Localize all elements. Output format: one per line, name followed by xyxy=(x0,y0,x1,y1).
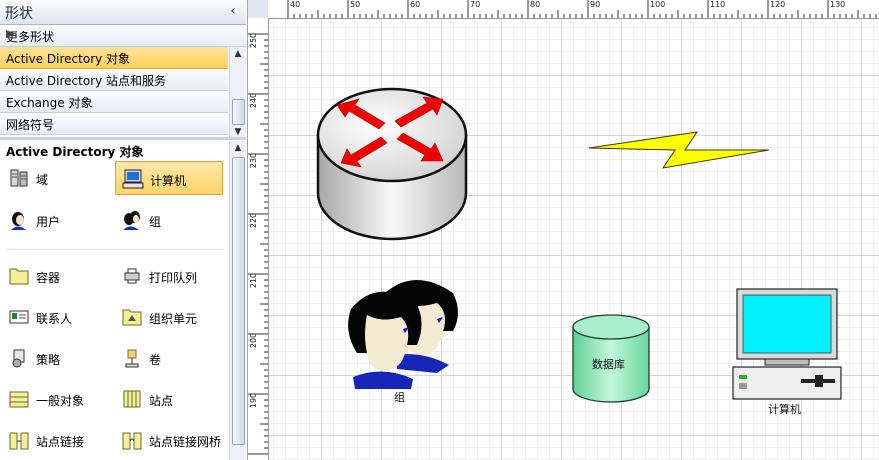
ruler-label: 190 xyxy=(249,392,259,409)
computer-icon xyxy=(122,169,144,189)
shape-container[interactable]: 容器 xyxy=(2,259,110,293)
site-icon xyxy=(123,390,141,408)
stencil-active-directory-objects[interactable]: Active Directory 对象 xyxy=(0,47,228,69)
database-label: 数据库 xyxy=(592,358,625,371)
ruler-label: 50 xyxy=(350,0,361,9)
scroll-up-icon[interactable]: ▲ xyxy=(230,47,246,61)
shape-label: 计算机 xyxy=(150,174,187,188)
stencil-label: Active Directory 站点和服务 xyxy=(6,74,167,88)
shape-generic-object[interactable]: 一般对象 xyxy=(2,382,110,416)
scroll-up-icon[interactable]: ▲ xyxy=(230,141,246,155)
organizational-unit-icon xyxy=(122,309,142,326)
stencil-label: Active Directory 对象 xyxy=(6,52,131,66)
shape-print-queue[interactable]: 打印队列 xyxy=(115,259,223,293)
group-shape[interactable] xyxy=(345,273,463,391)
ruler-label: 120 xyxy=(770,0,786,9)
shape-organizational-unit[interactable]: 组织单元 xyxy=(115,300,223,334)
computer-shape[interactable] xyxy=(731,287,843,403)
scroll-thumb[interactable] xyxy=(232,99,245,125)
router-shape[interactable] xyxy=(315,85,469,243)
pane-splitter[interactable] xyxy=(0,137,246,140)
scroll-thumb[interactable] xyxy=(232,157,245,445)
stencil-heading: Active Directory 对象 xyxy=(6,145,144,159)
shape-computer[interactable]: 计算机 xyxy=(115,161,223,195)
ruler-label: 40 xyxy=(290,0,301,9)
ruler-label: 110 xyxy=(710,0,726,9)
shape-label: 策略 xyxy=(36,353,61,367)
generic-object-icon xyxy=(9,391,29,408)
user-icon xyxy=(11,212,26,230)
ruler-label: 210 xyxy=(249,272,259,289)
ruler-label: 240 xyxy=(249,92,259,109)
shape-domain[interactable]: 域 xyxy=(2,161,110,195)
shape-site-link-bridge[interactable]: 站点链接网桥 xyxy=(115,423,223,457)
site-link-icon xyxy=(9,432,29,450)
print-queue-icon xyxy=(124,268,140,284)
shape-label: 组 xyxy=(149,215,162,229)
shape-policy[interactable]: 策略 xyxy=(2,341,110,375)
group-icon xyxy=(123,211,140,230)
shape-label: 域 xyxy=(36,173,49,187)
stencil-network-symbols[interactable]: 网络符号 xyxy=(0,113,228,135)
ruler-label: 80 xyxy=(530,0,541,9)
domain-icon xyxy=(10,169,28,187)
ruler-label: 100 xyxy=(650,0,666,9)
shape-label: 容器 xyxy=(36,271,61,285)
ruler-label: 200 xyxy=(249,332,259,349)
policy-icon xyxy=(12,349,25,368)
shape-label: 一般对象 xyxy=(36,394,85,408)
shape-site[interactable]: 站点 xyxy=(115,382,223,416)
ruler-corner xyxy=(248,0,269,19)
shapes-scrollbar[interactable]: ▲ xyxy=(229,141,246,460)
stencil-scrollbar[interactable]: ▲ ▼ xyxy=(229,47,246,137)
ruler-label: 230 xyxy=(249,152,259,169)
ruler-label: 130 xyxy=(830,0,846,9)
shapes-pane: 形状 ‹ 更多形状 ▶ Active Directory 对象 Active D… xyxy=(0,0,248,460)
stencil-list: 更多形状 ▶ Active Directory 对象 Active Direct… xyxy=(0,25,246,137)
horizontal-ruler[interactable]: 40 50 60 70 80 90 100 110 120 130 xyxy=(268,0,879,19)
group-caption: 组 xyxy=(394,391,405,404)
ruler-label: 220 xyxy=(249,212,259,229)
stencil-shapes: Active Directory 对象 域 计算机 用户 组 容器 打印队列 联… xyxy=(0,141,246,460)
ruler-label: 90 xyxy=(590,0,601,9)
collapse-pane-button[interactable]: ‹ xyxy=(226,2,240,20)
shape-volume[interactable]: 卷 xyxy=(115,341,223,375)
shape-group[interactable]: 组 xyxy=(115,203,223,237)
shapes-pane-title: 形状 xyxy=(5,6,33,22)
shapes-pane-header: 形状 ‹ xyxy=(0,0,246,25)
stencil-label: 网络符号 xyxy=(6,118,55,132)
vertical-ruler[interactable]: 250 240 230 220 210 200 190 xyxy=(248,18,269,460)
volume-icon xyxy=(125,349,139,368)
ruler-label: 60 xyxy=(410,0,421,9)
shape-label: 打印队列 xyxy=(149,271,198,285)
stencil-ad-sites-services[interactable]: Active Directory 站点和服务 xyxy=(0,69,228,91)
shape-user[interactable]: 用户 xyxy=(2,203,110,237)
shape-label: 组织单元 xyxy=(149,312,198,326)
shape-label: 卷 xyxy=(149,353,162,367)
site-link-bridge-icon xyxy=(122,432,142,450)
divider xyxy=(6,249,224,250)
more-shapes-menu[interactable]: 更多形状 ▶ xyxy=(0,25,246,47)
shape-label: 用户 xyxy=(36,215,61,229)
ruler-label: 70 xyxy=(470,0,481,9)
shape-label: 站点链接网桥 xyxy=(149,435,222,449)
shape-label: 联系人 xyxy=(36,312,73,326)
chevron-right-icon: ▶ xyxy=(6,27,15,40)
lightning-link-shape[interactable] xyxy=(587,124,771,170)
ruler-label: 250 xyxy=(249,32,259,49)
contact-icon xyxy=(9,310,29,324)
shape-contact[interactable]: 联系人 xyxy=(2,300,110,334)
shape-label: 站点链接 xyxy=(36,435,85,449)
drawing-canvas[interactable]: 组 数据库 计算机 xyxy=(269,19,879,460)
shape-site-link[interactable]: 站点链接 xyxy=(2,423,110,457)
shape-label: 站点 xyxy=(149,394,174,408)
computer-caption: 计算机 xyxy=(768,403,801,416)
stencil-label: Exchange 对象 xyxy=(6,96,93,110)
container-icon xyxy=(9,268,29,285)
stencil-exchange-objects[interactable]: Exchange 对象 xyxy=(0,91,228,113)
